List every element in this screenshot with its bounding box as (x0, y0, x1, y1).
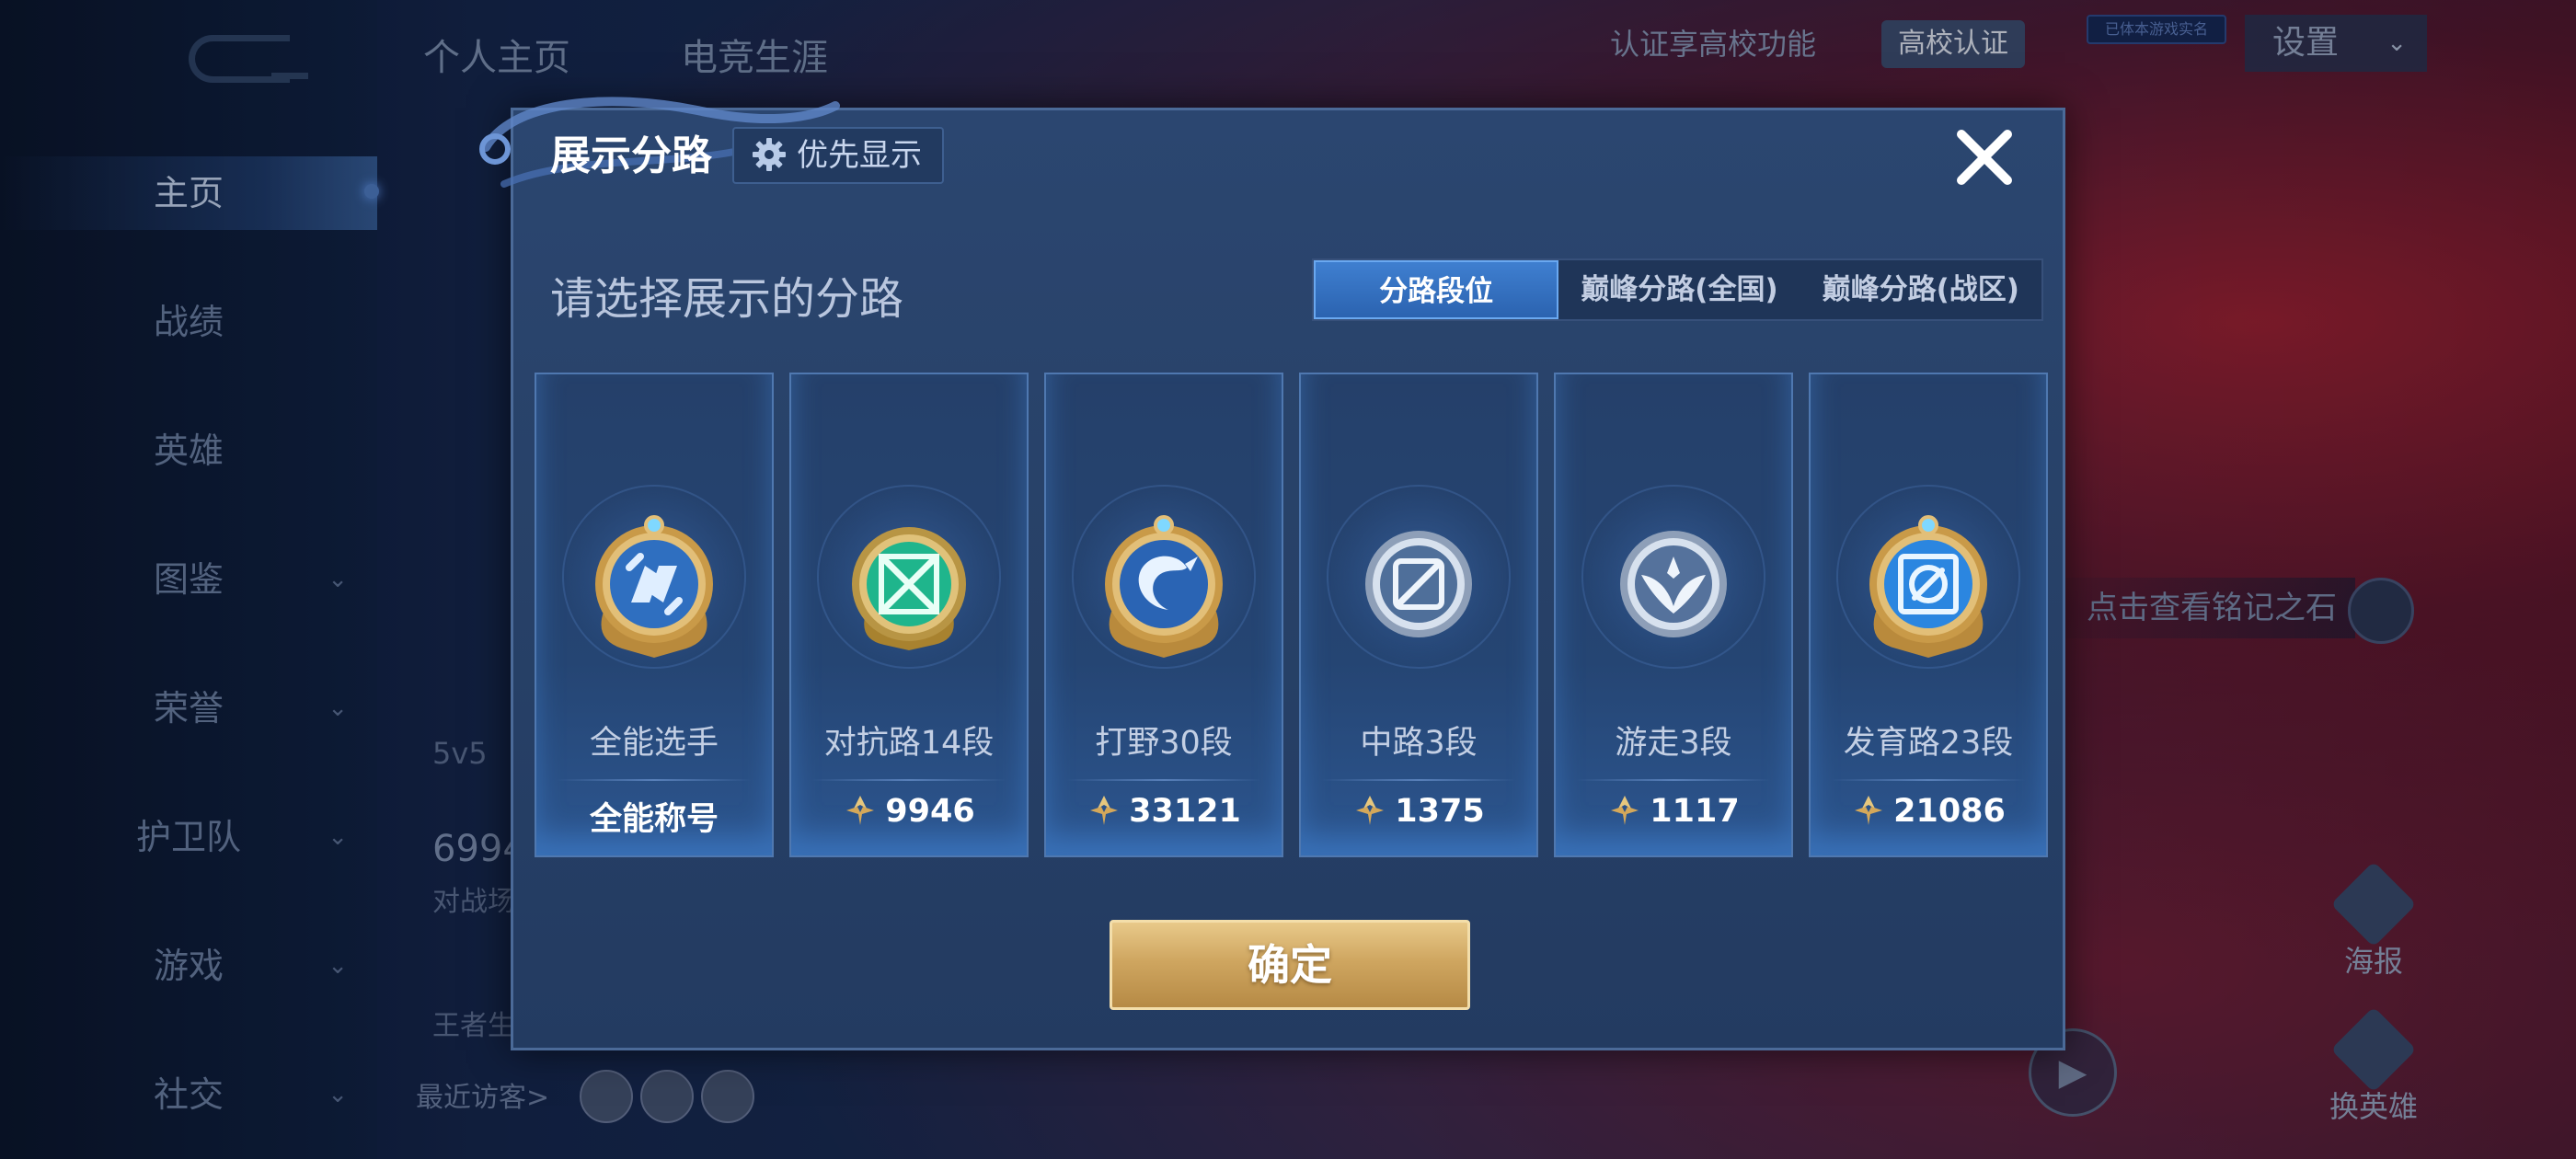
allround-emblem-icon (595, 515, 713, 658)
lane-name: 发育路23段 (1843, 725, 2014, 762)
lane-card-clash[interactable]: 对抗路14段 9946 (789, 373, 1029, 857)
roam-emblem-icon (1620, 531, 1727, 637)
lane-score-value: 9946 (885, 793, 975, 830)
lane-card-jungle[interactable]: 打野30段 33121 (1044, 373, 1283, 857)
priority-display-button[interactable]: 优先显示 (732, 127, 944, 184)
lane-score: 1117 (1556, 793, 1791, 830)
lane-name: 中路3段 (1360, 725, 1478, 762)
lane-card-mid[interactable]: 中路3段 1375 (1299, 373, 1538, 857)
jungle-emblem-icon (1105, 515, 1223, 658)
card-divider (1576, 779, 1771, 781)
lane-score-value: 1375 (1395, 793, 1485, 830)
priority-display-label: 优先显示 (797, 137, 922, 174)
lane-name: 游走3段 (1615, 725, 1732, 762)
card-divider (1321, 779, 1516, 781)
lane-score: 9946 (791, 793, 1027, 830)
rank-points-icon (1090, 796, 1119, 825)
display-lane-modal: 展示分路 优先显示 请选择展示的分路 分路段位 巅峰分路(全国) 巅峰分路(战区… (479, 97, 2065, 1050)
farm-lane-emblem-icon (1869, 515, 1987, 658)
lane-card-farm[interactable]: 发育路23段 21086 (1809, 373, 2048, 857)
clash-lane-emblem-icon (852, 527, 966, 650)
close-icon[interactable] (1952, 125, 2017, 189)
modal-subtitle: 请选择展示的分路 (550, 273, 904, 325)
lane-score: 全能称号 (589, 801, 719, 838)
lane-cards: 全能选手 全能称号 对抗路14段 9946 打野30段 33121 中路3段 1… (535, 373, 2049, 857)
card-divider (811, 779, 1006, 781)
lane-name: 对抗路14段 (823, 725, 995, 762)
lane-card-allround[interactable]: 全能选手 全能称号 (535, 373, 774, 857)
lane-score: 21086 (1811, 793, 2046, 830)
lane-name: 打野30段 (1095, 725, 1233, 762)
tab-peak-national[interactable]: 巅峰分路(全国) (1558, 260, 1800, 319)
lane-score-value: 33121 (1129, 793, 1241, 830)
rank-points-icon (846, 796, 875, 825)
lane-name: 全能选手 (589, 725, 719, 762)
lane-score-value: 21086 (1893, 793, 2006, 830)
lane-score-value: 1117 (1650, 793, 1740, 830)
rank-points-icon (1855, 796, 1883, 825)
card-divider (1831, 779, 2026, 781)
gear-icon (753, 138, 786, 171)
lane-score: 1375 (1301, 793, 1536, 830)
modal-title: 展示分路 (550, 132, 712, 179)
rank-points-icon (1356, 796, 1385, 825)
card-divider (1066, 779, 1261, 781)
card-divider (557, 779, 752, 781)
rank-points-icon (1611, 796, 1639, 825)
lane-card-roam[interactable]: 游走3段 1117 (1554, 373, 1793, 857)
tab-peak-region[interactable]: 巅峰分路(战区) (1800, 260, 2041, 319)
segment-tabs: 分路段位 巅峰分路(全国) 巅峰分路(战区) (1312, 258, 2043, 321)
confirm-button[interactable]: 确定 (1110, 920, 1470, 1010)
mid-lane-emblem-icon (1365, 531, 1472, 637)
lane-score: 33121 (1046, 793, 1282, 830)
tab-lane-rank[interactable]: 分路段位 (1314, 260, 1559, 319)
